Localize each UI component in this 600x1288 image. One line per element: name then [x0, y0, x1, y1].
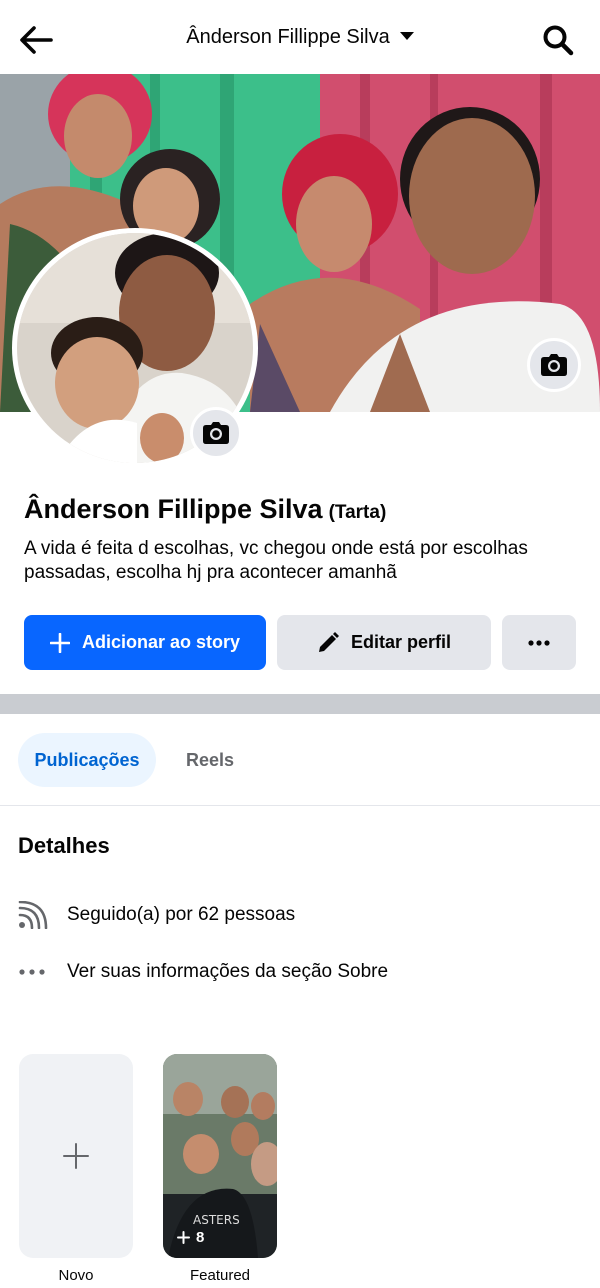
highlight-label-new: Novo — [58, 1267, 94, 1284]
edit-profile-label: Editar perfil — [350, 632, 452, 652]
header-title: Ânderson Fillippe Silva — [186, 26, 390, 48]
camera-icon — [541, 354, 567, 376]
edit-profile-button[interactable]: Editar perfil — [277, 615, 491, 670]
new-highlight-button[interactable] — [19, 1054, 133, 1258]
top-app-bar: Ânderson Fillippe Silva — [0, 0, 600, 74]
more-options-button[interactable] — [502, 615, 576, 670]
featured-thumbnail: ASTERS — [163, 1054, 277, 1258]
search-icon — [543, 25, 574, 56]
add-to-story-label: Adicionar ao story — [81, 632, 241, 652]
profile-name: Ânderson Fillippe Silva — [24, 494, 323, 524]
tabs-divider — [0, 805, 600, 806]
featured-count-value: 8 — [196, 1229, 205, 1246]
profile-bio: A vida é feita d escolhas, vc chegou ond… — [24, 538, 528, 583]
tab-label: Reels — [185, 749, 235, 770]
detail-followers-text: Seguido(a) por 62 pessoas — [67, 904, 296, 925]
profile-name-line: Ânderson Fillippe Silva (Tarta) — [24, 494, 386, 525]
plus-icon — [177, 1231, 190, 1244]
add-to-story-button[interactable]: Adicionar ao story — [24, 615, 266, 670]
caret-down-icon — [399, 32, 414, 40]
plus-icon — [63, 1143, 89, 1169]
featured-highlight[interactable]: ASTERS 8 — [163, 1054, 277, 1258]
more-dots-icon — [18, 957, 50, 987]
rss-feed-icon — [18, 900, 50, 930]
camera-icon — [203, 422, 229, 444]
highlight-label-featured: Featured — [189, 1267, 251, 1284]
tab-publicacoes[interactable]: Publicações — [18, 733, 156, 787]
edit-profile-picture-button[interactable] — [190, 407, 242, 459]
search-button[interactable] — [536, 18, 580, 62]
featured-count: 8 — [177, 1229, 204, 1246]
profile-switcher[interactable]: Ânderson Fillippe Silva — [0, 26, 600, 49]
detail-about-text: Ver suas informações da seção Sobre — [67, 961, 389, 982]
plus-icon — [49, 632, 70, 653]
profile-nickname: (Tarta) — [328, 502, 387, 523]
tab-reels[interactable]: Reels — [168, 733, 252, 787]
detail-about[interactable]: Ver suas informações da seção Sobre — [18, 957, 388, 987]
pencil-icon — [317, 631, 339, 654]
section-divider — [0, 694, 600, 714]
svg-text:ASTERS: ASTERS — [193, 1213, 240, 1227]
details-title: Detalhes — [18, 833, 110, 858]
more-dots-icon — [528, 639, 550, 646]
detail-followers[interactable]: Seguido(a) por 62 pessoas — [18, 900, 295, 930]
edit-cover-photo-button[interactable] — [527, 338, 581, 392]
tab-label: Publicações — [34, 749, 140, 770]
